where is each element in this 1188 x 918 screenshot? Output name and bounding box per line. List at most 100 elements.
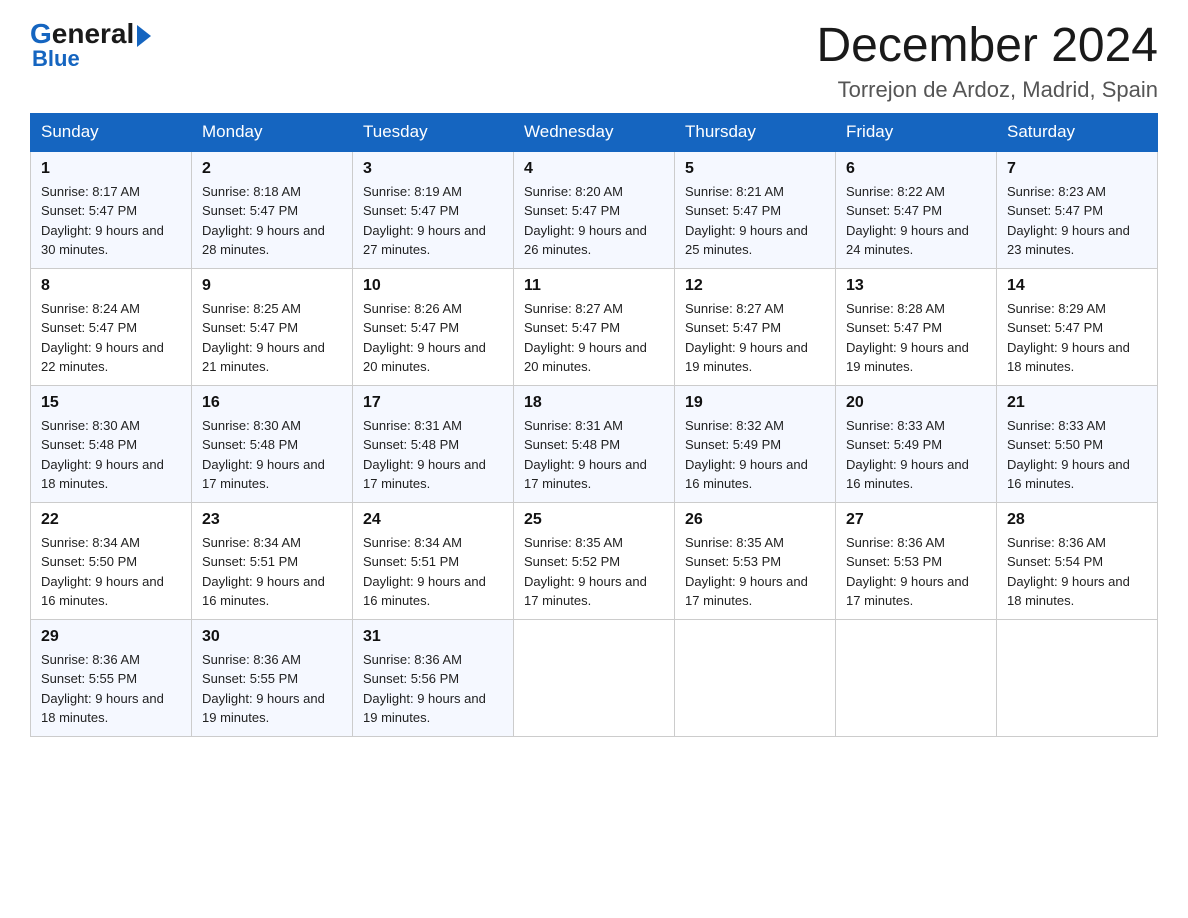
calendar-cell: 10Sunrise: 8:26 AMSunset: 5:47 PMDayligh… — [353, 268, 514, 385]
calendar-cell: 12Sunrise: 8:27 AMSunset: 5:47 PMDayligh… — [675, 268, 836, 385]
calendar-cell: 17 Sunrise: 8:31 AMSunset: 5:48 PMDayligh… — [353, 385, 514, 502]
day-info: Sunrise: 8:20 AMSunset: 5:47 PMDaylight:… — [524, 182, 664, 260]
day-number: 29 — [41, 628, 181, 646]
day-info: Sunrise: 8:33 AMSunset: 5:49 PMDaylight:… — [846, 416, 986, 494]
day-number: 11 — [524, 277, 664, 295]
logo-general-text: General — [30, 20, 151, 48]
day-number: 2 — [202, 160, 342, 178]
day-number: 6 — [846, 160, 986, 178]
calendar-cell: 28Sunrise: 8:36 AMSunset: 5:54 PMDayligh… — [997, 502, 1158, 619]
day-info: Sunrise: 8:21 AMSunset: 5:47 PMDaylight:… — [685, 182, 825, 260]
day-number: 1 — [41, 160, 181, 178]
day-info: Sunrise: 8:29 AMSunset: 5:47 PMDaylight:… — [1007, 299, 1147, 377]
day-info: Sunrise: 8:30 AMSunset: 5:48 PMDaylight:… — [41, 416, 181, 494]
calendar-cell: 4 Sunrise: 8:20 AMSunset: 5:47 PMDaylight… — [514, 151, 675, 269]
day-number: 23 — [202, 511, 342, 529]
calendar-cell — [836, 619, 997, 736]
logo: General Blue — [30, 20, 151, 70]
month-year-title: December 2024 — [816, 20, 1158, 73]
calendar-cell: 19 Sunrise: 8:32 AMSunset: 5:49 PMDayligh… — [675, 385, 836, 502]
week-row-4: 22 Sunrise: 8:34 AMSunset: 5:50 PMDayligh… — [31, 502, 1158, 619]
day-number: 22 — [41, 511, 181, 529]
day-info: Sunrise: 8:36 AMSunset: 5:55 PMDaylight:… — [41, 650, 181, 728]
day-info: Sunrise: 8:35 AMSunset: 5:52 PMDaylight:… — [524, 533, 664, 611]
calendar-cell: 29 Sunrise: 8:36 AMSunset: 5:55 PMDayligh… — [31, 619, 192, 736]
calendar-cell: 18Sunrise: 8:31 AMSunset: 5:48 PMDayligh… — [514, 385, 675, 502]
day-info: Sunrise: 8:36 AMSunset: 5:56 PMDaylight:… — [363, 650, 503, 728]
day-info: Sunrise: 8:18 AMSunset: 5:47 PMDaylight:… — [202, 182, 342, 260]
day-info: Sunrise: 8:34 AMSunset: 5:50 PMDaylight:… — [41, 533, 181, 611]
day-number: 21 — [1007, 394, 1147, 412]
day-number: 28 — [1007, 511, 1147, 529]
col-sunday: Sunday — [31, 113, 192, 151]
day-info: Sunrise: 8:22 AMSunset: 5:47 PMDaylight:… — [846, 182, 986, 260]
calendar-cell: 24 Sunrise: 8:34 AMSunset: 5:51 PMDayligh… — [353, 502, 514, 619]
day-number: 3 — [363, 160, 503, 178]
calendar-cell: 26 Sunrise: 8:35 AMSunset: 5:53 PMDayligh… — [675, 502, 836, 619]
day-info: Sunrise: 8:19 AMSunset: 5:47 PMDaylight:… — [363, 182, 503, 260]
day-number: 19 — [685, 394, 825, 412]
day-number: 4 — [524, 160, 664, 178]
calendar-cell: 25 Sunrise: 8:35 AMSunset: 5:52 PMDayligh… — [514, 502, 675, 619]
day-info: Sunrise: 8:31 AMSunset: 5:48 PMDaylight:… — [524, 416, 664, 494]
day-number: 25 — [524, 511, 664, 529]
day-number: 30 — [202, 628, 342, 646]
day-info: Sunrise: 8:35 AMSunset: 5:53 PMDaylight:… — [685, 533, 825, 611]
day-info: Sunrise: 8:17 AMSunset: 5:47 PMDaylight:… — [41, 182, 181, 260]
day-info: Sunrise: 8:30 AMSunset: 5:48 PMDaylight:… — [202, 416, 342, 494]
week-row-3: 15 Sunrise: 8:30 AMSunset: 5:48 PMDayligh… — [31, 385, 1158, 502]
day-number: 7 — [1007, 160, 1147, 178]
week-row-5: 29 Sunrise: 8:36 AMSunset: 5:55 PMDayligh… — [31, 619, 1158, 736]
calendar-cell: 13Sunrise: 8:28 AMSunset: 5:47 PMDayligh… — [836, 268, 997, 385]
day-info: Sunrise: 8:34 AMSunset: 5:51 PMDaylight:… — [363, 533, 503, 611]
day-info: Sunrise: 8:31 AMSunset: 5:48 PMDaylight:… — [363, 416, 503, 494]
calendar-cell: 6 Sunrise: 8:22 AMSunset: 5:47 PMDaylight… — [836, 151, 997, 269]
logo-blue-text: Blue — [32, 48, 80, 70]
calendar-cell: 23Sunrise: 8:34 AMSunset: 5:51 PMDayligh… — [192, 502, 353, 619]
calendar-cell: 3 Sunrise: 8:19 AMSunset: 5:47 PMDaylight… — [353, 151, 514, 269]
calendar-cell: 2 Sunrise: 8:18 AMSunset: 5:47 PMDaylight… — [192, 151, 353, 269]
day-info: Sunrise: 8:36 AMSunset: 5:55 PMDaylight:… — [202, 650, 342, 728]
day-number: 31 — [363, 628, 503, 646]
calendar-body: 1 Sunrise: 8:17 AMSunset: 5:47 PMDaylight… — [31, 151, 1158, 737]
day-number: 16 — [202, 394, 342, 412]
calendar-cell: 15 Sunrise: 8:30 AMSunset: 5:48 PMDayligh… — [31, 385, 192, 502]
col-tuesday: Tuesday — [353, 113, 514, 151]
location-subtitle: Torrejon de Ardoz, Madrid, Spain — [816, 77, 1158, 103]
calendar-cell: 27Sunrise: 8:36 AMSunset: 5:53 PMDayligh… — [836, 502, 997, 619]
calendar-cell: 21 Sunrise: 8:33 AMSunset: 5:50 PMDayligh… — [997, 385, 1158, 502]
day-number: 15 — [41, 394, 181, 412]
calendar-header-row: Sunday Monday Tuesday Wednesday Thursday… — [31, 113, 1158, 151]
day-number: 5 — [685, 160, 825, 178]
calendar-cell — [514, 619, 675, 736]
calendar-cell — [997, 619, 1158, 736]
calendar-cell: 7 Sunrise: 8:23 AMSunset: 5:47 PMDaylight… — [997, 151, 1158, 269]
col-thursday: Thursday — [675, 113, 836, 151]
week-row-1: 1 Sunrise: 8:17 AMSunset: 5:47 PMDaylight… — [31, 151, 1158, 269]
calendar-cell: 31 Sunrise: 8:36 AMSunset: 5:56 PMDayligh… — [353, 619, 514, 736]
week-row-2: 8 Sunrise: 8:24 AMSunset: 5:47 PMDaylight… — [31, 268, 1158, 385]
day-number: 24 — [363, 511, 503, 529]
day-info: Sunrise: 8:36 AMSunset: 5:53 PMDaylight:… — [846, 533, 986, 611]
col-friday: Friday — [836, 113, 997, 151]
day-info: Sunrise: 8:33 AMSunset: 5:50 PMDaylight:… — [1007, 416, 1147, 494]
col-monday: Monday — [192, 113, 353, 151]
calendar-cell: 8 Sunrise: 8:24 AMSunset: 5:47 PMDaylight… — [31, 268, 192, 385]
title-block: December 2024 Torrejon de Ardoz, Madrid,… — [816, 20, 1158, 103]
day-info: Sunrise: 8:23 AMSunset: 5:47 PMDaylight:… — [1007, 182, 1147, 260]
day-number: 8 — [41, 277, 181, 295]
day-info: Sunrise: 8:32 AMSunset: 5:49 PMDaylight:… — [685, 416, 825, 494]
day-number: 9 — [202, 277, 342, 295]
day-number: 12 — [685, 277, 825, 295]
day-info: Sunrise: 8:24 AMSunset: 5:47 PMDaylight:… — [41, 299, 181, 377]
calendar-cell: 30 Sunrise: 8:36 AMSunset: 5:55 PMDayligh… — [192, 619, 353, 736]
day-info: Sunrise: 8:25 AMSunset: 5:47 PMDaylight:… — [202, 299, 342, 377]
day-info: Sunrise: 8:28 AMSunset: 5:47 PMDaylight:… — [846, 299, 986, 377]
day-info: Sunrise: 8:26 AMSunset: 5:47 PMDaylight:… — [363, 299, 503, 377]
day-info: Sunrise: 8:27 AMSunset: 5:47 PMDaylight:… — [524, 299, 664, 377]
calendar-cell: 9 Sunrise: 8:25 AMSunset: 5:47 PMDaylight… — [192, 268, 353, 385]
day-number: 26 — [685, 511, 825, 529]
calendar-cell: 1 Sunrise: 8:17 AMSunset: 5:47 PMDaylight… — [31, 151, 192, 269]
day-number: 17 — [363, 394, 503, 412]
calendar-cell: 11 Sunrise: 8:27 AMSunset: 5:47 PMDayligh… — [514, 268, 675, 385]
